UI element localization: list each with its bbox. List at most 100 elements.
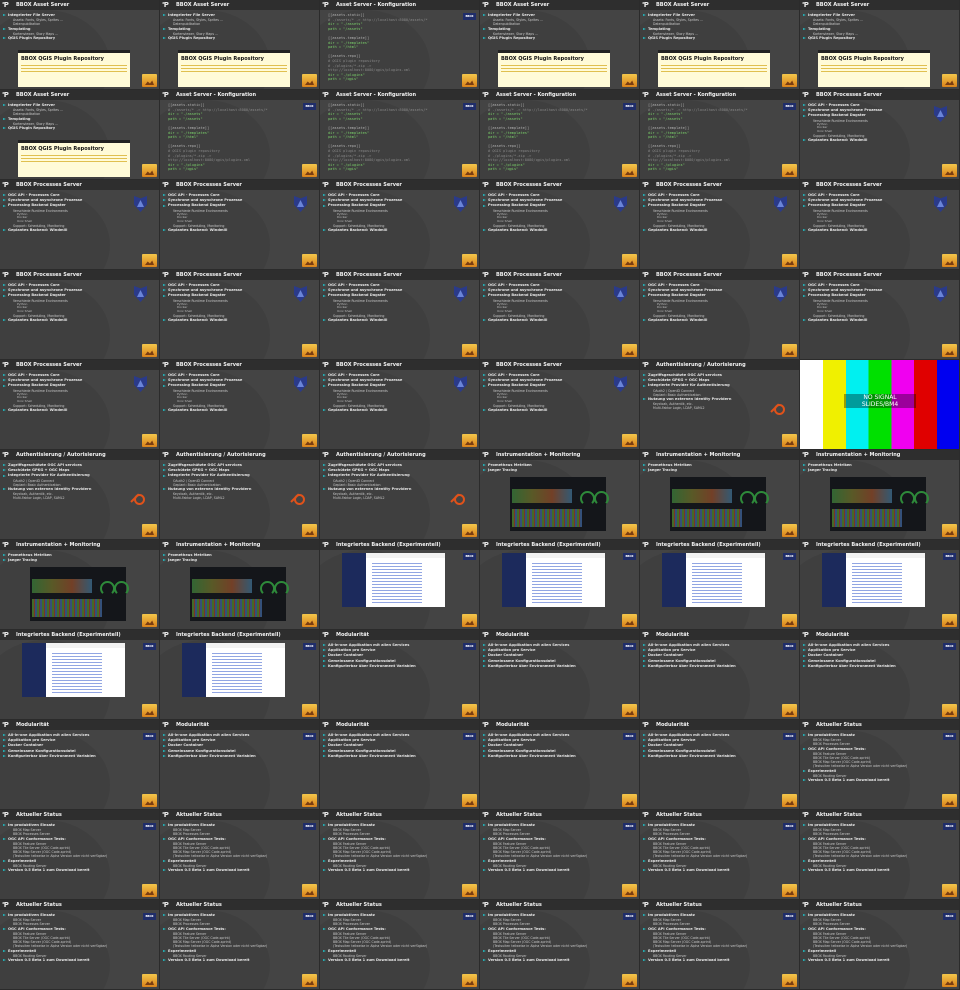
slide-thumbnail[interactable]: ᐤP Aktueller Status Im produktiven Einsatz…: [160, 810, 320, 900]
footer-logo-icon: [782, 434, 797, 447]
slide-thumbnail[interactable]: ᐤP Aktueller Status Im produktiven Einsatz…: [320, 900, 480, 990]
slide-thumbnail[interactable]: ᐤP Modularität All-in-one Applikation mit …: [480, 720, 640, 810]
slide-thumbnail[interactable]: ᐤP BBOX Processes Server OGC API - Process…: [320, 360, 480, 450]
slide-thumbnail[interactable]: ᐤP BBOX Asset Server Integrierter File Ser…: [0, 0, 160, 90]
slide-thumbnail[interactable]: ᐤP BBOX Processes Server OGC API - Process…: [480, 360, 640, 450]
slide-thumbnail[interactable]: ᐤP BBOX Processes Server OGC API - Process…: [480, 180, 640, 270]
slide-thumbnail[interactable]: ᐤP Integriertes Backend (Experimentell) BB…: [480, 540, 640, 630]
slide-thumbnail[interactable]: ᐤP Aktueller Status Im produktiven Einsatz…: [320, 810, 480, 900]
slide-thumbnail[interactable]: ᐤP Aktueller Status Im produktiven Einsatz…: [0, 900, 160, 990]
footer-logo-icon: [142, 524, 157, 537]
slide-thumbnail[interactable]: ᐤP Aktueller Status Im produktiven Einsatz…: [640, 810, 800, 900]
slide-thumbnail[interactable]: ᐤP BBOX Processes Server OGC API - Process…: [0, 360, 160, 450]
slide-title: BBOX Processes Server: [16, 182, 82, 188]
slide-thumbnail[interactable]: ᐤP Modularität All-in-one Applikation mit …: [640, 630, 800, 720]
footer-logo-icon: [942, 884, 957, 897]
slide-thumbnail[interactable]: ᐤP Asset Server - Konfiguration [[assets.s…: [320, 90, 480, 180]
slide-thumbnail[interactable]: ᐤP BBOX Asset Server Integrierter File Ser…: [480, 0, 640, 90]
slide-thumbnail[interactable]: ᐤP Aktueller Status Im produktiven Einsatz…: [800, 810, 960, 900]
footer-logo-icon: [942, 614, 957, 627]
slide-thumbnail[interactable]: ᐤP Authentisierung / Autorisierung Zugriff…: [640, 360, 800, 450]
slide-thumbnail[interactable]: ᐤP BBOX Processes Server OGC API - Process…: [0, 270, 160, 360]
slide-thumbnail[interactable]: ᐤP BBOX Processes Server OGC API - Process…: [0, 180, 160, 270]
slide-thumbnail[interactable]: ᐤP Integriertes Backend (Experimentell) BB…: [800, 540, 960, 630]
slide-thumbnail[interactable]: ᐤP Modularität All-in-one Applikation mit …: [320, 720, 480, 810]
web-sidebar: [342, 553, 366, 607]
slide-header: ᐤP Aktueller Status: [0, 810, 159, 820]
bullet-item: Jaeger Tracing: [643, 468, 795, 473]
plugin-repository-screenshot: BBOX QGIS Plugin Repository: [18, 50, 130, 87]
slide-thumbnail[interactable]: ᐤP BBOX Processes Server OGC API - Process…: [640, 270, 800, 360]
bullet-item: Geplantes Backend: Windmill: [323, 318, 475, 323]
footer-logo-icon: [622, 524, 637, 537]
slide-thumbnail[interactable]: ᐤP BBOX Asset Server Integrierter File Ser…: [640, 0, 800, 90]
bullet-item: Processing Backend Dagster: [323, 203, 475, 208]
slide-title: Instrumentation + Monitoring: [496, 452, 581, 458]
slide-body: Integrierter File Server Assets: Fonts, S…: [483, 13, 635, 41]
slide-thumbnail[interactable]: ᐤP BBOX Processes Server OGC API - Process…: [640, 180, 800, 270]
slide-thumbnail[interactable]: ᐤP Authentisierung / Autorisierung Zugriff…: [320, 450, 480, 540]
slide-thumbnail[interactable]: ᐤP Aktueller Status Im produktiven Einsatz…: [480, 810, 640, 900]
footer-logo-icon: [462, 164, 477, 177]
slide-body: All-in-one Applikation mit allen Service…: [163, 733, 315, 759]
slide-thumbnail[interactable]: ᐤP BBOX Asset Server Integrierter File Ser…: [0, 90, 160, 180]
bullet-item: Jaeger Tracing: [163, 558, 315, 563]
logo-icon: ᐤP: [322, 1, 329, 9]
logo-icon: ᐤP: [322, 631, 329, 639]
slide-thumbnail[interactable]: ᐤP Integriertes Backend (Experimentell) BB…: [160, 630, 320, 720]
slide-body: All-in-one Applikation mit allen Service…: [803, 643, 955, 669]
slide-thumbnail[interactable]: ᐤP Instrumentation + Monitoring Prometheus…: [800, 450, 960, 540]
slide-thumbnail[interactable]: ᐤP Instrumentation + Monitoring Prometheus…: [480, 450, 640, 540]
slide-thumbnail[interactable]: ᐤP Instrumentation + Monitoring Prometheus…: [640, 450, 800, 540]
slide-thumbnail[interactable]: ᐤP BBOX Processes Server OGC API - Process…: [800, 90, 960, 180]
slide-thumbnail[interactable]: ᐤP BBOX Processes Server OGC API - Process…: [800, 180, 960, 270]
slide-thumbnail[interactable]: ᐤP Aktueller Status Im produktiven Einsatz…: [800, 720, 960, 810]
slide-title: Modularität: [336, 632, 369, 638]
slide-thumbnail[interactable]: ᐤP Modularität All-in-one Applikation mit …: [0, 720, 160, 810]
slide-thumbnail[interactable]: ᐤP Instrumentation + Monitoring Prometheus…: [0, 540, 160, 630]
slide-thumbnail[interactable]: ᐤP Instrumentation + Monitoring Prometheus…: [160, 540, 320, 630]
footer-logo-icon: [142, 164, 157, 177]
slide-thumbnail[interactable]: ᐤP BBOX Processes Server OGC API - Process…: [480, 270, 640, 360]
slide-thumbnail[interactable]: NO SIGNAL SLIDES/BM4: [800, 360, 960, 450]
logo-icon: ᐤP: [642, 631, 649, 639]
bbox-tag: BBOX: [943, 913, 956, 920]
footer-logo-icon: [302, 434, 317, 447]
slide-thumbnail[interactable]: ᐤP Aktueller Status Im produktiven Einsatz…: [640, 900, 800, 990]
slide-thumbnail[interactable]: ᐤP Aktueller Status Im produktiven Einsatz…: [160, 900, 320, 990]
slide-thumbnail[interactable]: ᐤP Asset Server - Konfiguration [[assets.s…: [640, 90, 800, 180]
slide-thumbnail[interactable]: ᐤP BBOX Processes Server OGC API - Process…: [160, 270, 320, 360]
slide-thumbnail[interactable]: ᐤP Authentisierung / Autorisierung Zugriff…: [0, 450, 160, 540]
bullet-item: Version 0.5 Beta 1 zum Download bereit: [803, 868, 955, 873]
slide-title: Aktueller Status: [16, 902, 62, 908]
bullet-item: Processing Backend Dagster: [163, 293, 315, 298]
slide-thumbnail[interactable]: ᐤP Aktueller Status Im produktiven Einsatz…: [0, 810, 160, 900]
screenshot-title: BBOX QGIS Plugin Repository: [821, 56, 904, 62]
slide-thumbnail[interactable]: ᐤP Modularität All-in-one Applikation mit …: [640, 720, 800, 810]
slide-thumbnail[interactable]: ᐤP Integriertes Backend (Experimentell) BB…: [640, 540, 800, 630]
slide-thumbnail[interactable]: ᐤP Asset Server - Konfiguration [[assets.s…: [480, 90, 640, 180]
slide-thumbnail[interactable]: ᐤP BBOX Asset Server Integrierter File Ser…: [160, 0, 320, 90]
slide-thumbnail[interactable]: ᐤP Asset Server - Konfiguration [[assets.s…: [160, 90, 320, 180]
slide-thumbnail[interactable]: ᐤP Authentisierung / Autorisierung Zugriff…: [160, 450, 320, 540]
bullet-item: Konfigurierbar über Environment Variable…: [323, 754, 475, 759]
slide-thumbnail[interactable]: ᐤP BBOX Processes Server OGC API - Process…: [800, 270, 960, 360]
slide-thumbnail[interactable]: ᐤP Integriertes Backend (Experimentell) BB…: [320, 540, 480, 630]
web-toolbar: [206, 643, 285, 648]
slide-thumbnail[interactable]: ᐤP Integriertes Backend (Experimentell) BB…: [0, 630, 160, 720]
slide-thumbnail[interactable]: ᐤP Modularität All-in-one Applikation mit …: [480, 630, 640, 720]
slide-thumbnail[interactable]: ᐤP BBOX Asset Server Integrierter File Ser…: [800, 0, 960, 90]
slide-thumbnail[interactable]: ᐤP Modularität All-in-one Applikation mit …: [800, 630, 960, 720]
slide-thumbnail[interactable]: ᐤP BBOX Processes Server OGC API - Process…: [160, 360, 320, 450]
slide-thumbnail[interactable]: ᐤP BBOX Processes Server OGC API - Process…: [320, 180, 480, 270]
slide-thumbnail[interactable]: ᐤP Asset Server - Konfiguration [[assets.s…: [320, 0, 480, 90]
slide-thumbnail[interactable]: ᐤP BBOX Processes Server OGC API - Process…: [160, 180, 320, 270]
logo-icon: ᐤP: [802, 721, 809, 729]
slide-thumbnail[interactable]: ᐤP Modularität All-in-one Applikation mit …: [160, 720, 320, 810]
screenshot-line: [661, 68, 767, 69]
slide-thumbnail[interactable]: ᐤP Modularität All-in-one Applikation mit …: [320, 630, 480, 720]
slide-thumbnail[interactable]: ᐤP Aktueller Status Im produktiven Einsatz…: [480, 900, 640, 990]
slide-thumbnail[interactable]: ᐤP BBOX Processes Server OGC API - Process…: [320, 270, 480, 360]
bullet-item: Experimentell: [483, 859, 635, 864]
slide-thumbnail[interactable]: ᐤP Aktueller Status Im produktiven Einsatz…: [800, 900, 960, 990]
